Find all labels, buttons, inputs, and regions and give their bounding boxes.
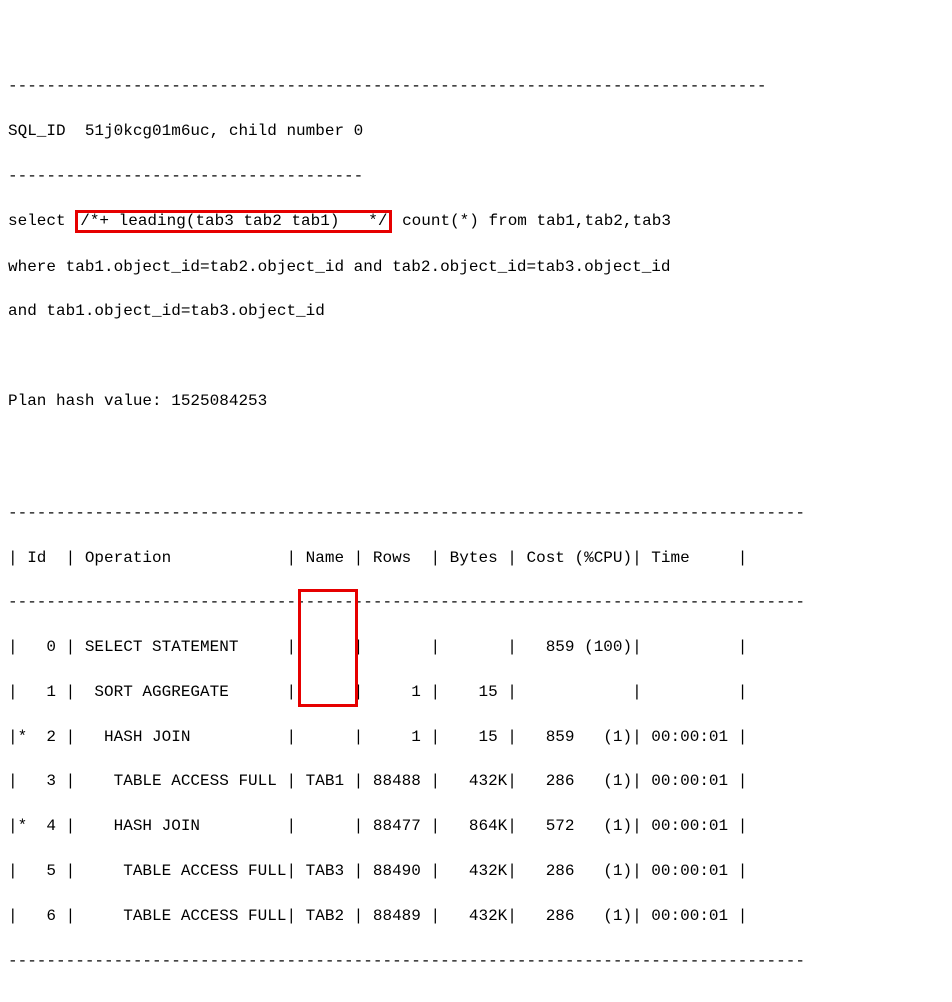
plan-row: | 0 | SELECT STATEMENT | | | | 859 (100)… [8, 636, 944, 658]
plan-divider-mid: ----------------------------------------… [8, 591, 944, 613]
sql-select-rest-line1: count(*) from tab1,tab2,tab3 [392, 212, 670, 230]
execution-plan-table: ----------------------------------------… [8, 479, 944, 1002]
plan-row: | 6 | TABLE ACCESS FULL| TAB2 | 88489 | … [8, 905, 944, 927]
plan-row: | 1 | SORT AGGREGATE | | 1 | 15 | | | [8, 681, 944, 703]
sql-text-line-1: select /*+ leading(tab3 tab2 tab1) */ co… [8, 210, 944, 234]
sql-id-line: SQL_ID 51j0kcg01m6uc, child number 0 [8, 120, 944, 142]
plan-row: | 3 | TABLE ACCESS FULL | TAB1 | 88488 |… [8, 770, 944, 792]
plan-row: | 5 | TABLE ACCESS FULL| TAB3 | 88490 | … [8, 860, 944, 882]
plan-hash-value: Plan hash value: 1525084253 [8, 390, 944, 412]
plan-divider-top: ----------------------------------------… [8, 502, 944, 524]
blank-line-1 [8, 345, 944, 367]
plan-row: |* 4 | HASH JOIN | | 88477 | 864K| 572 (… [8, 815, 944, 837]
sql-select-prefix: select [8, 212, 75, 230]
blank-line-2 [8, 435, 944, 457]
plan-divider-bottom: ----------------------------------------… [8, 950, 944, 972]
dash-divider-top: ----------------------------------------… [8, 75, 944, 97]
dash-divider-short: ------------------------------------- [8, 165, 944, 187]
sql-text-line-2: where tab1.object_id=tab2.object_id and … [8, 256, 944, 278]
optimizer-hint-highlight: /*+ leading(tab3 tab2 tab1) */ [75, 210, 392, 234]
plan-row: |* 2 | HASH JOIN | | 1 | 15 | 859 (1)| 0… [8, 726, 944, 748]
sql-text-line-3: and tab1.object_id=tab3.object_id [8, 300, 944, 322]
plan-header-row: | Id | Operation | Name | Rows | Bytes |… [8, 547, 944, 569]
